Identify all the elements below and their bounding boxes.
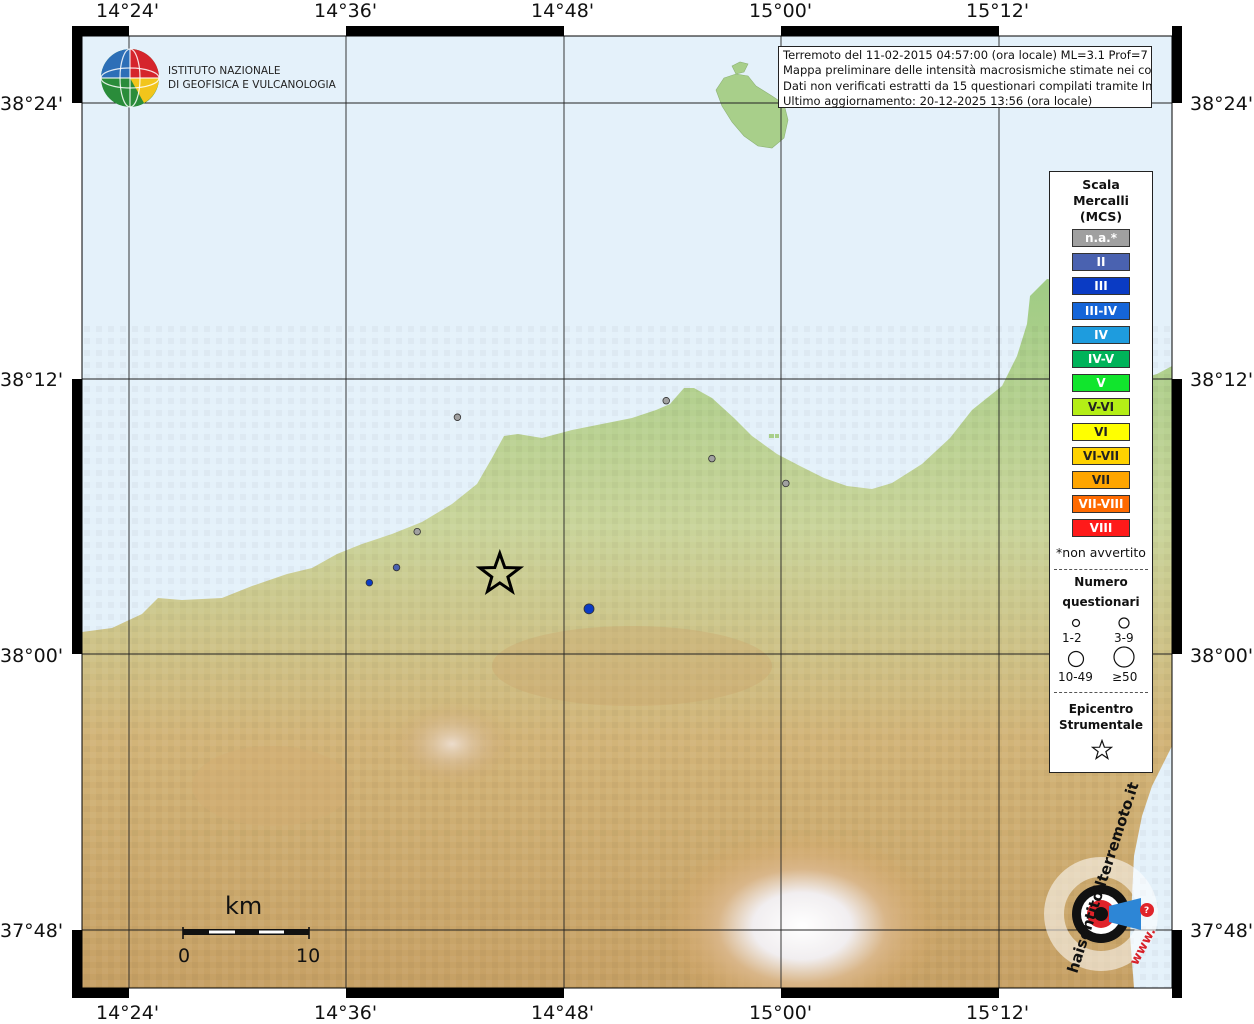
lon-tick-top: 15°00' xyxy=(749,0,813,22)
lon-tick-bottom: 14°36' xyxy=(314,1002,378,1024)
scalebar-start: 0 xyxy=(178,945,190,967)
lat-tick-left: 38°24' xyxy=(0,93,64,115)
legend: Scala Mercalli (MCS) n.a.* II III III-IV IV I… xyxy=(1049,171,1153,773)
intensity-swatch: VI-VII xyxy=(1072,446,1130,465)
institute-name-line1: ISTITUTO NAZIONALE xyxy=(168,65,281,77)
intensity-swatch: n.a.* xyxy=(1072,229,1130,247)
scalebar-end: 10 xyxy=(296,945,320,967)
epicenter-star-icon xyxy=(1091,739,1113,760)
institute-name-line2: DI GEOFISICA E VULCANOLOGIA xyxy=(168,79,337,91)
count-title-1: Numero xyxy=(1074,575,1128,589)
info-line: Mappa preliminare delle intensità macros… xyxy=(783,63,1152,78)
legend-title-line: (MCS) xyxy=(1079,209,1123,224)
legend-note: *non avvertito xyxy=(1056,545,1146,560)
intensity-swatch: VIII xyxy=(1072,519,1130,538)
lon-tick-top: 14°36' xyxy=(314,0,378,22)
epicenter-title-1: Epicentro xyxy=(1068,702,1134,716)
svg-text:?: ? xyxy=(1144,906,1149,916)
observation-point[interactable] xyxy=(583,603,595,615)
lon-tick-top: 14°48' xyxy=(531,0,595,22)
intensity-swatch: VII-VIII xyxy=(1072,495,1130,514)
legend-title-line: Scala xyxy=(1082,177,1120,192)
observation-point[interactable] xyxy=(413,527,421,536)
legend-divider xyxy=(1054,569,1148,570)
intensity-swatch: V xyxy=(1072,374,1130,393)
lon-tick-bottom: 14°48' xyxy=(531,1002,595,1024)
lon-tick-bottom: 15°00' xyxy=(749,1002,813,1024)
lon-tick-top: 15°12' xyxy=(966,0,1030,22)
intensity-swatch: VI xyxy=(1072,422,1130,441)
lat-tick-right: 37°48' xyxy=(1190,920,1254,942)
count-label-4: ≥50 xyxy=(1112,670,1138,684)
observation-point[interactable] xyxy=(453,413,462,421)
lat-tick-left: 38°00' xyxy=(0,645,64,667)
intensity-swatch: III-IV xyxy=(1072,301,1130,320)
lat-tick-left: 37°48' xyxy=(0,920,64,942)
intensity-swatch: V-VI xyxy=(1072,398,1130,417)
observation-point[interactable] xyxy=(365,578,374,587)
observation-point[interactable] xyxy=(662,397,670,405)
observation-point[interactable] xyxy=(782,479,790,488)
lat-tick-right: 38°24' xyxy=(1190,93,1254,115)
ingv-logo xyxy=(100,48,160,108)
intensity-swatch: IV-V xyxy=(1072,350,1130,368)
intensity-swatch: VII xyxy=(1072,471,1130,489)
scalebar-unit: km xyxy=(225,892,262,920)
count-label-2: 3-9 xyxy=(1114,631,1134,645)
epicenter-title-2: Strumentale xyxy=(1058,718,1144,732)
intensity-swatch: II xyxy=(1072,253,1130,272)
intensity-map[interactable]: ISTITUTO NAZIONALE DI GEOFISICA E VULCAN… xyxy=(72,26,1182,998)
info-line: Dati non verificati estratti da 15 quest… xyxy=(783,78,1152,93)
observation-point[interactable] xyxy=(392,563,401,572)
lat-tick-left: 38°12' xyxy=(0,369,64,391)
count-title-2: questionari xyxy=(1062,595,1140,609)
lon-tick-top: 14°24' xyxy=(96,0,160,22)
intensity-swatch: IV xyxy=(1072,325,1130,344)
lat-tick-right: 38°00' xyxy=(1190,645,1254,667)
lat-tick-right: 38°12' xyxy=(1190,369,1254,391)
count-label-1: 1-2 xyxy=(1062,631,1082,645)
intensity-swatch: III xyxy=(1072,277,1130,296)
lon-tick-bottom: 15°12' xyxy=(966,1002,1030,1024)
event-info-box: Terremoto del 11-02-2015 04:57:00 (ora l… xyxy=(778,46,1152,108)
count-label-3: 10-49 xyxy=(1058,670,1093,684)
legend-title: Scala Mercalli (MCS) xyxy=(1050,177,1152,225)
legend-title-line: Mercalli xyxy=(1073,193,1129,208)
lon-tick-bottom: 14°24' xyxy=(96,1002,160,1024)
info-line: Ultimo aggiornamento: 20-12-2025 13:56 (… xyxy=(783,93,1093,108)
legend-divider xyxy=(1054,692,1148,693)
info-line: Terremoto del 11-02-2015 04:57:00 (ora l… xyxy=(783,48,1152,62)
observation-point[interactable] xyxy=(708,454,716,463)
